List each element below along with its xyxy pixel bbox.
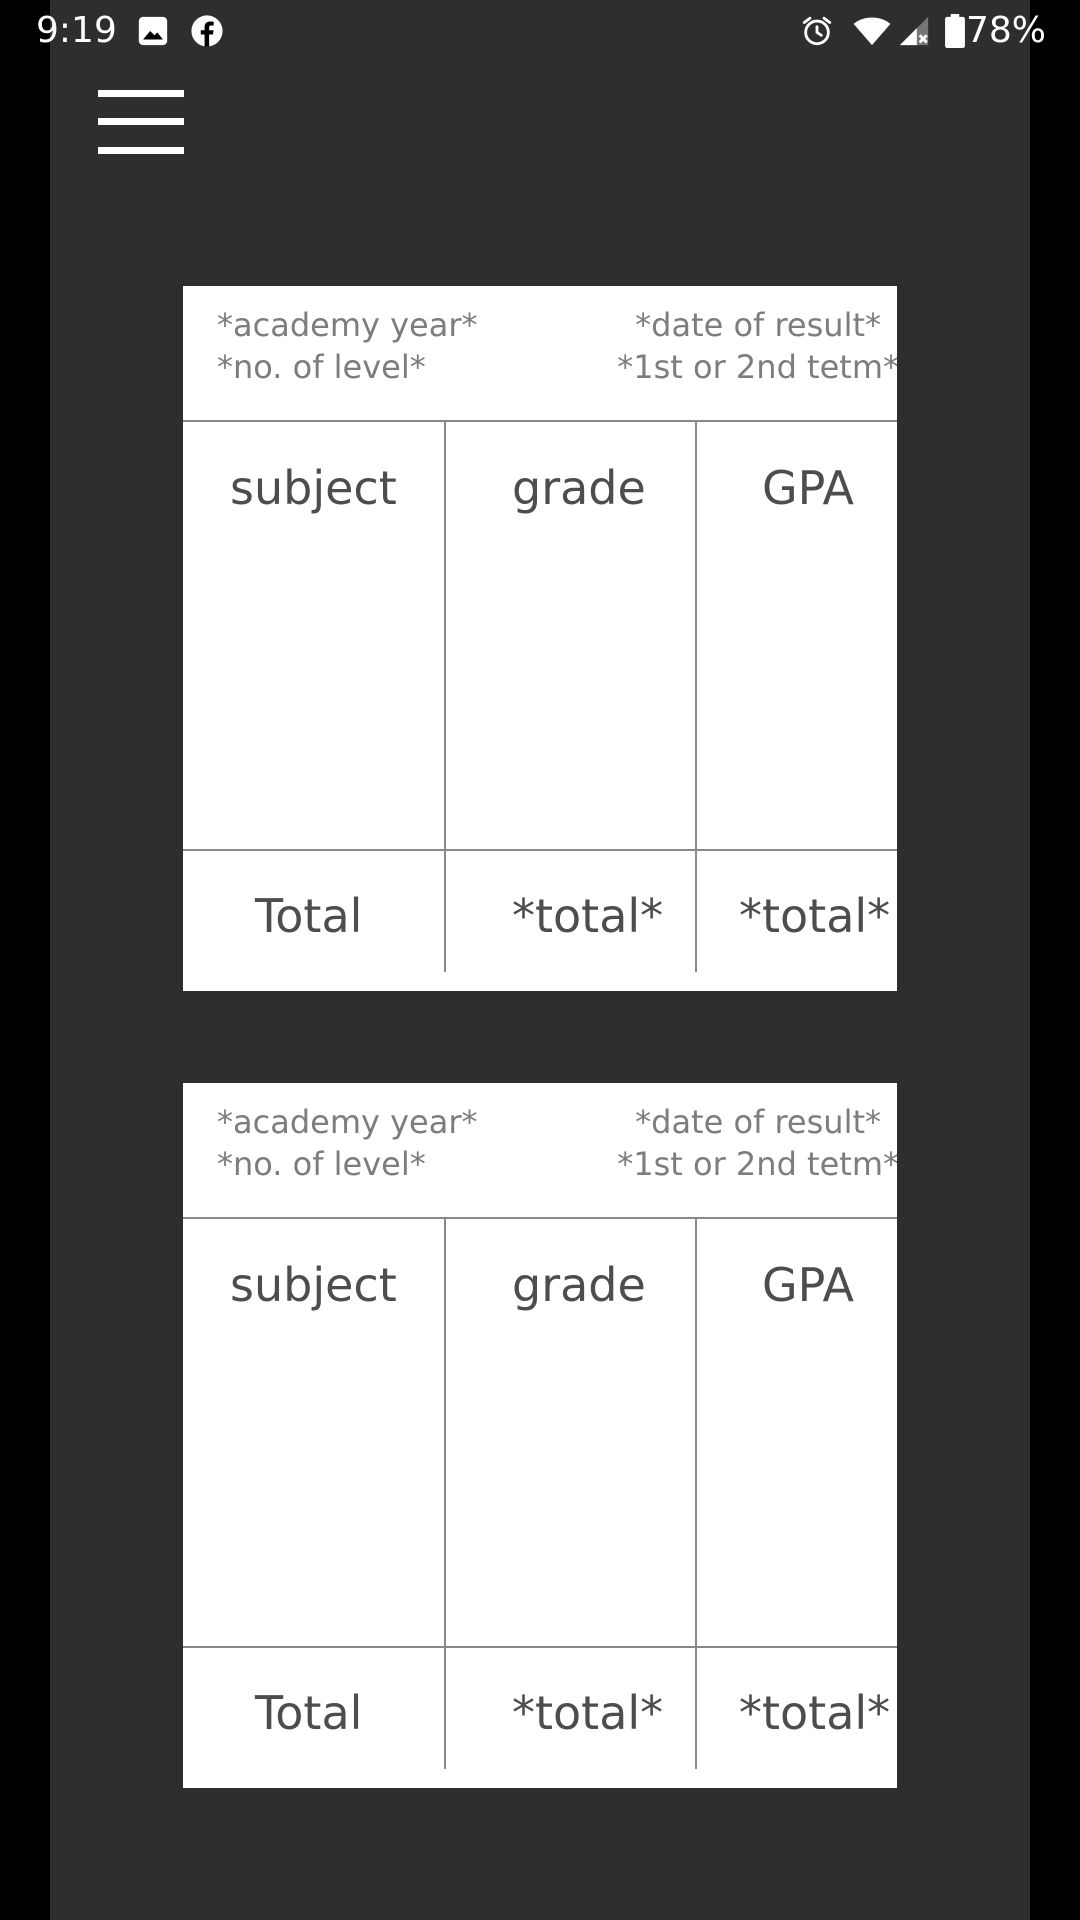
column-divider bbox=[444, 422, 446, 972]
column-divider bbox=[695, 1219, 697, 1769]
level-number: *no. of level* bbox=[217, 348, 426, 386]
alarm-icon bbox=[802, 16, 832, 46]
gpa-total: *total* bbox=[739, 1686, 891, 1740]
header-subject: subject bbox=[230, 1258, 397, 1312]
row-divider bbox=[183, 849, 897, 851]
gpa-total: *total* bbox=[739, 889, 891, 943]
wifi-icon bbox=[853, 17, 891, 46]
grade-total: *total* bbox=[512, 1686, 664, 1740]
grade-total: *total* bbox=[512, 889, 664, 943]
column-divider bbox=[444, 1219, 446, 1769]
term: *1st or 2nd tetm* bbox=[617, 1145, 897, 1183]
battery-percentage: 78% bbox=[965, 10, 1046, 51]
card-meta: *academy year* *no. of level* *date of r… bbox=[183, 286, 897, 422]
level-number: *no. of level* bbox=[217, 1145, 426, 1183]
header-gpa: GPA bbox=[762, 1258, 854, 1312]
result-date: *date of result* bbox=[635, 306, 881, 344]
academic-year: *academy year* bbox=[217, 306, 478, 344]
total-label: Total bbox=[255, 889, 363, 943]
total-label: Total bbox=[255, 1686, 363, 1740]
academic-year: *academy year* bbox=[217, 1103, 478, 1141]
signal-icon bbox=[899, 16, 929, 46]
result-date: *date of result* bbox=[635, 1103, 881, 1141]
battery-icon bbox=[945, 14, 965, 48]
header-grade: grade bbox=[512, 1258, 646, 1312]
header-grade: grade bbox=[512, 461, 646, 515]
status-bar: 9:19 78% bbox=[0, 0, 1080, 62]
facebook-icon bbox=[191, 15, 223, 47]
result-card: *academy year* *no. of level* *date of r… bbox=[183, 1083, 897, 1788]
row-divider bbox=[183, 1646, 897, 1648]
status-time: 9:19 bbox=[36, 10, 117, 51]
column-divider bbox=[695, 422, 697, 972]
result-card: *academy year* *no. of level* *date of r… bbox=[183, 286, 897, 991]
header-subject: subject bbox=[230, 461, 397, 515]
header-gpa: GPA bbox=[762, 461, 854, 515]
image-icon bbox=[138, 16, 168, 46]
menu-button[interactable] bbox=[98, 90, 184, 154]
card-meta: *academy year* *no. of level* *date of r… bbox=[183, 1083, 897, 1219]
term: *1st or 2nd tetm* bbox=[617, 348, 897, 386]
